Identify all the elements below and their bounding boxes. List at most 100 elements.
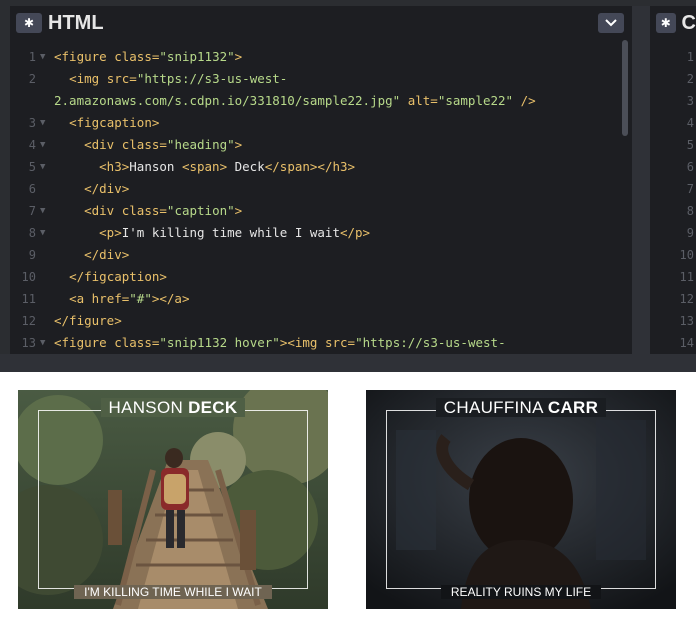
code-editor: ✱ HTML 1 ▼ <figure class="snip1132"> 2 <img… — [0, 6, 696, 372]
code-text: </figure> — [54, 310, 122, 332]
card-caption: REALITY RUINS MY LIFE — [366, 585, 676, 599]
code-text: <figcaption> — [54, 112, 159, 134]
line-number: 10 — [679, 248, 694, 262]
chevron-down-icon[interactable] — [598, 13, 624, 33]
code-token: Deck — [227, 159, 265, 174]
code-token: "#" — [129, 291, 152, 306]
fold-arrow-icon[interactable]: ▼ — [40, 112, 45, 134]
card-frame — [386, 410, 656, 589]
code-token: ></a> — [151, 291, 190, 306]
code-token: "snip1132 hover" — [159, 335, 280, 350]
fold-arrow-icon[interactable]: ▼ — [40, 156, 45, 178]
html-pane-title: HTML — [48, 11, 104, 34]
code-token: I'm killing time while I wait — [121, 225, 340, 240]
fold-arrow-icon[interactable]: ▼ — [40, 222, 45, 244]
code-token: <figure — [54, 49, 115, 64]
line-number: 8 — [28, 226, 36, 240]
heading-first-name: HANSON — [108, 398, 184, 417]
fold-arrow-icon[interactable]: ▼ — [40, 200, 45, 222]
card-caption: I'M KILLING TIME WHILE I WAIT — [18, 585, 328, 599]
code-text: </div> — [54, 244, 129, 266]
fold-arrow-icon[interactable]: ▼ — [40, 134, 45, 156]
code-token: "https://s3-us-west- — [136, 71, 288, 86]
figure-card[interactable]: HANSON DECK I'M KILLING TIME WHILE I WAI… — [18, 390, 328, 609]
line-number: 12 — [21, 314, 36, 328]
line-number: 6 — [686, 160, 694, 174]
line-number: 5 — [28, 160, 36, 174]
code-token: = — [430, 93, 438, 108]
editor-left-edge — [0, 6, 10, 372]
pane-resize-handle[interactable] — [632, 6, 650, 354]
code-text: <p>I'm killing time while I wait</p> — [54, 222, 370, 244]
line-number: 1 — [28, 50, 36, 64]
code-token: <figure — [54, 335, 115, 350]
html-code-area[interactable]: 1 ▼ <figure class="snip1132"> 2 <img src="h… — [10, 46, 616, 354]
code-token: "sample22" — [437, 93, 514, 108]
line-number: 13 — [679, 314, 694, 328]
gear-icon[interactable]: ✱ — [656, 13, 676, 33]
code-token: src — [106, 71, 130, 86]
code-token: </p> — [339, 225, 371, 240]
figure-card[interactable]: CHAUFFINA CARR REALITY RUINS MY LIFE — [366, 390, 676, 609]
line-number: 11 — [679, 270, 694, 284]
code-text: 2.amazonaws.com/s.cdpn.io/331810/sample2… — [54, 90, 536, 112]
code-token: </figure> — [54, 313, 122, 328]
card-heading: CHAUFFINA CARR — [366, 398, 676, 418]
code-text: <figure class="snip1132"> — [54, 46, 242, 68]
line-number: 1 — [686, 50, 694, 64]
code-token: <figcaption> — [69, 115, 160, 130]
code-token: href — [91, 291, 122, 306]
heading-last-name: DECK — [188, 398, 238, 417]
horizontal-scrollbar-track[interactable] — [0, 354, 696, 372]
code-text: </div> — [54, 178, 129, 200]
css-pane: ✱ C 1 2 3 4 5 6 7 8 9 10 11 12 13 14 — [650, 6, 696, 354]
code-token: </figcaption> — [69, 269, 167, 284]
code-token: > — [234, 137, 243, 152]
code-token: class — [114, 335, 152, 350]
code-token: /> — [513, 93, 536, 108]
line-number: 3 — [686, 94, 694, 108]
code-token: = — [129, 71, 137, 86]
code-token: </div> — [84, 181, 130, 196]
css-pane-title: C — [681, 11, 696, 34]
heading-first-name: CHAUFFINA — [443, 398, 543, 417]
line-number: 13 — [21, 336, 36, 350]
line-number: 2 — [28, 72, 36, 86]
code-token: class — [121, 137, 160, 152]
line-number: 12 — [679, 292, 694, 306]
code-token: </div> — [84, 247, 130, 262]
code-token: ><img — [279, 335, 325, 350]
code-token: alt — [407, 93, 431, 108]
gear-icon[interactable]: ✱ — [16, 13, 42, 33]
caption-text: I'M KILLING TIME WHILE I WAIT — [74, 585, 272, 599]
code-token: <img — [69, 71, 107, 86]
line-number: 5 — [686, 138, 694, 152]
result-preview: HANSON DECK I'M KILLING TIME WHILE I WAI… — [0, 372, 696, 629]
line-number: 3 — [28, 116, 36, 130]
code-token: 2.amazonaws.com/s.cdpn.io/331810/sample2… — [54, 93, 401, 108]
code-token: "caption" — [166, 203, 235, 218]
code-token: "heading" — [166, 137, 235, 152]
code-token: <p> — [99, 225, 122, 240]
fold-arrow-icon[interactable]: ▼ — [40, 46, 45, 68]
code-token: class — [121, 203, 160, 218]
heading-last-name: CARR — [547, 398, 599, 417]
fold-arrow-icon[interactable]: ▼ — [40, 332, 45, 354]
code-token: > — [234, 49, 243, 64]
line-number: 9 — [686, 226, 694, 240]
code-text: <img src="https://s3-us-west- — [54, 68, 287, 90]
line-number: 8 — [686, 204, 694, 218]
vertical-scrollbar[interactable] — [622, 40, 628, 136]
line-number: 7 — [28, 204, 36, 218]
code-token: "https://s3-us-west- — [355, 335, 506, 350]
code-token: Hanson — [129, 159, 182, 174]
code-token: = — [159, 137, 167, 152]
